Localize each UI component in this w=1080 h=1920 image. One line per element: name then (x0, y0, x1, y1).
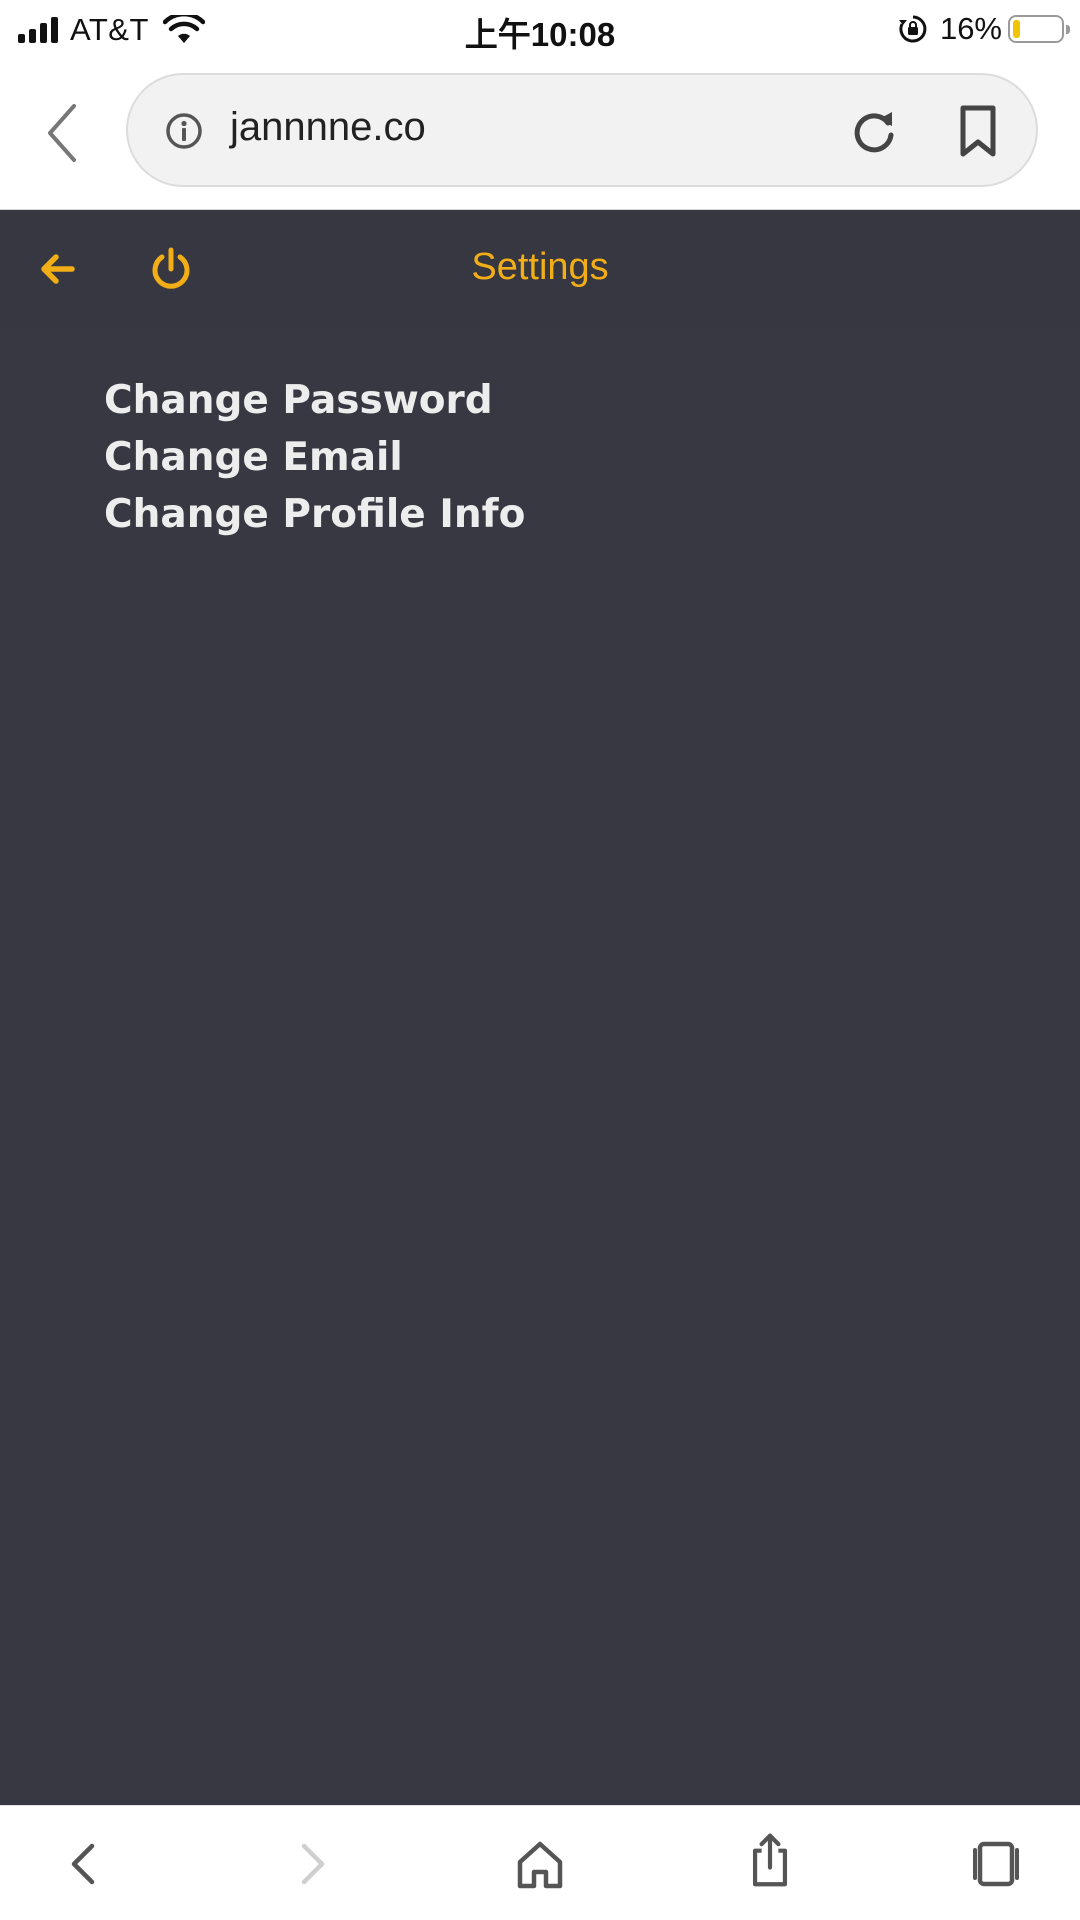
share-icon[interactable] (742, 1832, 798, 1888)
forward-icon[interactable] (284, 1836, 340, 1892)
browser-toolbar (0, 1805, 1080, 1920)
back-icon[interactable] (38, 98, 88, 168)
settings-menu: Change Password Change Email Change Prof… (104, 372, 525, 543)
page-title: Settings (471, 246, 609, 288)
change-password-link[interactable]: Change Password (104, 372, 525, 429)
status-right: 16% (898, 11, 1070, 47)
address-bar[interactable]: jannnne.co (126, 73, 1038, 187)
home-icon[interactable] (512, 1836, 568, 1892)
change-profile-info-link[interactable]: Change Profile Info (104, 486, 525, 543)
info-icon[interactable] (164, 111, 204, 151)
settings-page: Settings Change Password Change Email Ch… (0, 210, 1080, 1805)
tabs-icon[interactable] (968, 1836, 1024, 1892)
reload-icon[interactable] (848, 105, 900, 157)
change-email-link[interactable]: Change Email (104, 429, 525, 486)
app-header: Settings (0, 210, 1080, 328)
status-bar: AT&T 上午10:08 16% (0, 0, 1080, 56)
browser-bar: jannnne.co (0, 56, 1080, 210)
battery-percent: 16% (939, 11, 1002, 46)
battery-icon (1008, 15, 1070, 43)
url-text[interactable]: jannnne.co (230, 105, 426, 150)
rotation-lock-icon (898, 15, 927, 43)
battery-level (1013, 20, 1020, 38)
bookmark-icon[interactable] (954, 103, 1002, 159)
back-icon[interactable] (56, 1836, 112, 1892)
